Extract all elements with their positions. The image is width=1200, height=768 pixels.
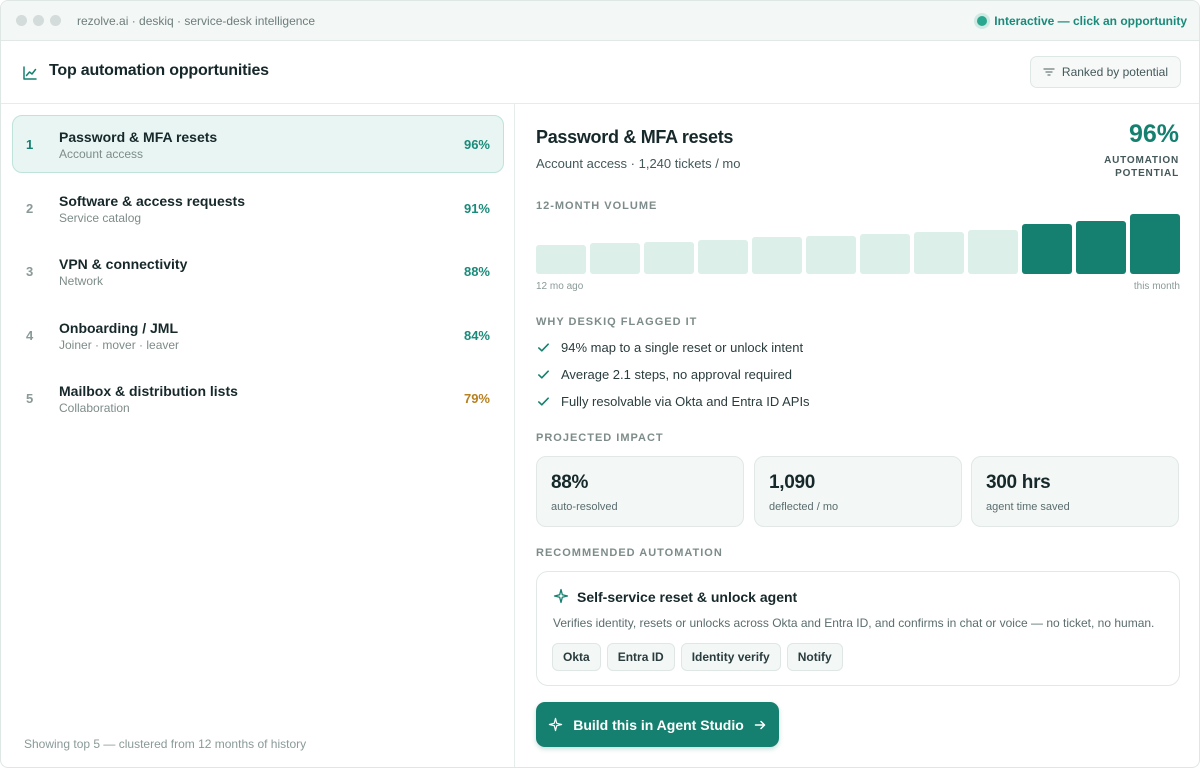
- app-window: rezolve.ai · deskiq · service-desk intel…: [0, 0, 1200, 768]
- page-header: Top automation opportunities Ranked by p…: [1, 41, 1199, 104]
- impact-card-deflected: 1,090 deflected / mo: [754, 456, 962, 527]
- integration-chips: Okta Entra ID Identity verify Notify: [552, 643, 843, 671]
- volume-bar: [914, 232, 964, 274]
- opportunity-rank: 3: [26, 264, 34, 279]
- volume-bar-chart: [536, 214, 1180, 274]
- opportunity-category: Network: [59, 274, 104, 288]
- reason-text: Average 2.1 steps, no approval required: [561, 367, 793, 382]
- opportunity-item[interactable]: 5 Mailbox & distribution lists Collabora…: [12, 369, 504, 427]
- opportunity-percent: 91%: [463, 201, 490, 216]
- impact-label: deflected / mo: [769, 501, 839, 513]
- volume-bar: [1130, 214, 1180, 274]
- why-section-label: WHY DESKIQ FLAGGED IT: [536, 316, 698, 328]
- page-title: Top automation opportunities: [49, 62, 269, 79]
- opportunity-item[interactable]: 4 Onboarding / JML Joiner · mover · leav…: [12, 306, 504, 364]
- detail-subtitle: Account access · 1,240 tickets / mo: [536, 156, 741, 171]
- impact-value: 88%: [551, 472, 589, 493]
- detail-title: Password & MFA resets: [536, 127, 734, 147]
- app-title: rezolve.ai · deskiq · service-desk intel…: [77, 14, 316, 28]
- reco-title: Self-service reset & unlock agent: [577, 589, 798, 605]
- chip-notify: Notify: [786, 643, 843, 671]
- sparkle-icon: [553, 588, 569, 604]
- reco-description: Verifies identity, resets or unlocks acr…: [553, 616, 1155, 630]
- trend-chart-icon: [23, 66, 37, 80]
- arrow-right-icon: [754, 720, 766, 729]
- volume-bar: [1076, 221, 1126, 274]
- title-bar: rezolve.ai · deskiq · service-desk intel…: [1, 1, 1199, 41]
- maximize-dot[interactable]: [50, 15, 61, 26]
- check-icon: [538, 397, 549, 406]
- impact-label: auto-resolved: [551, 501, 618, 513]
- sort-button-label: Ranked by potential: [1061, 65, 1168, 79]
- reco-section-label: RECOMMENDED AUTOMATION: [536, 547, 723, 559]
- check-icon: [538, 370, 549, 379]
- volume-bar: [752, 237, 802, 274]
- window-controls: [16, 15, 61, 26]
- opportunity-title: Software & access requests: [59, 193, 245, 209]
- opportunity-item[interactable]: 1 Password & MFA resets Account access 9…: [12, 115, 504, 173]
- volume-bar: [698, 240, 748, 274]
- chart-axis-start: 12 mo ago: [536, 281, 584, 292]
- chip-entra-id: Entra ID: [606, 643, 675, 671]
- volume-bar: [536, 245, 586, 274]
- reason-text: 94% map to a single reset or unlock inte…: [561, 340, 804, 355]
- opportunity-percent: 96%: [463, 137, 490, 152]
- opportunity-percent: 84%: [463, 328, 490, 343]
- chip-identity-verify: Identity verify: [680, 643, 781, 671]
- volume-bar: [806, 236, 856, 274]
- automation-potential-value: 96%: [1128, 120, 1179, 148]
- sort-button[interactable]: Ranked by potential: [1029, 56, 1181, 88]
- volume-bar: [590, 243, 640, 274]
- list-footer-note: Showing top 5 — clustered from 12 months…: [24, 737, 307, 751]
- opportunity-percent: 88%: [463, 264, 490, 279]
- opportunity-category: Joiner · mover · leaver: [59, 338, 180, 352]
- opportunity-rank: 4: [26, 328, 34, 343]
- check-icon: [538, 343, 549, 352]
- opportunity-category: Account access: [59, 147, 144, 161]
- chart-axis-end: this month: [1133, 281, 1180, 292]
- opportunity-title: VPN & connectivity: [59, 256, 188, 272]
- minimize-dot[interactable]: [33, 15, 44, 26]
- volume-bar: [968, 230, 1018, 274]
- impact-value: 1,090: [769, 472, 816, 493]
- opportunity-detail: Password & MFA resets Account access · 1…: [515, 104, 1199, 767]
- status-text: Interactive — click an opportunity: [994, 14, 1187, 28]
- impact-card-time-saved: 300 hrs agent time saved: [971, 456, 1179, 527]
- reason-item: Average 2.1 steps, no approval required: [536, 367, 792, 382]
- opportunity-rank: 1: [26, 137, 34, 152]
- volume-bar: [644, 242, 694, 274]
- opportunity-category: Collaboration: [59, 401, 130, 415]
- reason-text: Fully resolvable via Okta and Entra ID A…: [561, 394, 810, 409]
- filter-icon: [1043, 68, 1055, 76]
- opportunity-item[interactable]: 3 VPN & connectivity Network 88%: [12, 242, 504, 300]
- impact-value: 300 hrs: [986, 472, 1051, 493]
- impact-card-auto-resolved: 88% auto-resolved: [536, 456, 744, 527]
- volume-bar: [860, 234, 910, 274]
- volume-section-label: 12-MONTH VOLUME: [536, 200, 658, 212]
- chip-okta: Okta: [552, 643, 601, 671]
- volume-bar: [1022, 224, 1072, 274]
- build-button-label: Build this in Agent Studio: [573, 716, 744, 733]
- impact-label: agent time saved: [986, 501, 1070, 513]
- reason-item: Fully resolvable via Okta and Entra ID A…: [536, 394, 810, 409]
- recommended-automation-card: Self-service reset & unlock agent Verifi…: [536, 571, 1180, 686]
- sparkle-icon: [549, 717, 563, 732]
- close-dot[interactable]: [16, 15, 27, 26]
- opportunity-title: Mailbox & distribution lists: [59, 383, 238, 399]
- status-indicator: Interactive — click an opportunity: [977, 14, 1187, 28]
- opportunity-percent: 79%: [463, 391, 490, 406]
- status-dot-icon: [977, 16, 988, 26]
- opportunity-title: Password & MFA resets: [59, 129, 218, 145]
- opportunity-title: Onboarding / JML: [59, 320, 178, 336]
- opportunity-item[interactable]: 2 Software & access requests Service cat…: [12, 179, 504, 237]
- impact-section-label: PROJECTED IMPACT: [536, 432, 664, 444]
- automation-potential-label: AUTOMATION POTENTIAL: [1104, 155, 1179, 179]
- opportunity-rank: 5: [26, 391, 34, 406]
- reason-item: 94% map to a single reset or unlock inte…: [536, 340, 803, 355]
- opportunity-category: Service catalog: [59, 211, 142, 225]
- opportunity-rank: 2: [26, 201, 34, 216]
- build-in-agent-studio-button[interactable]: Build this in Agent Studio: [536, 702, 779, 747]
- opportunity-list: 1 Password & MFA resets Account access 9…: [1, 104, 515, 767]
